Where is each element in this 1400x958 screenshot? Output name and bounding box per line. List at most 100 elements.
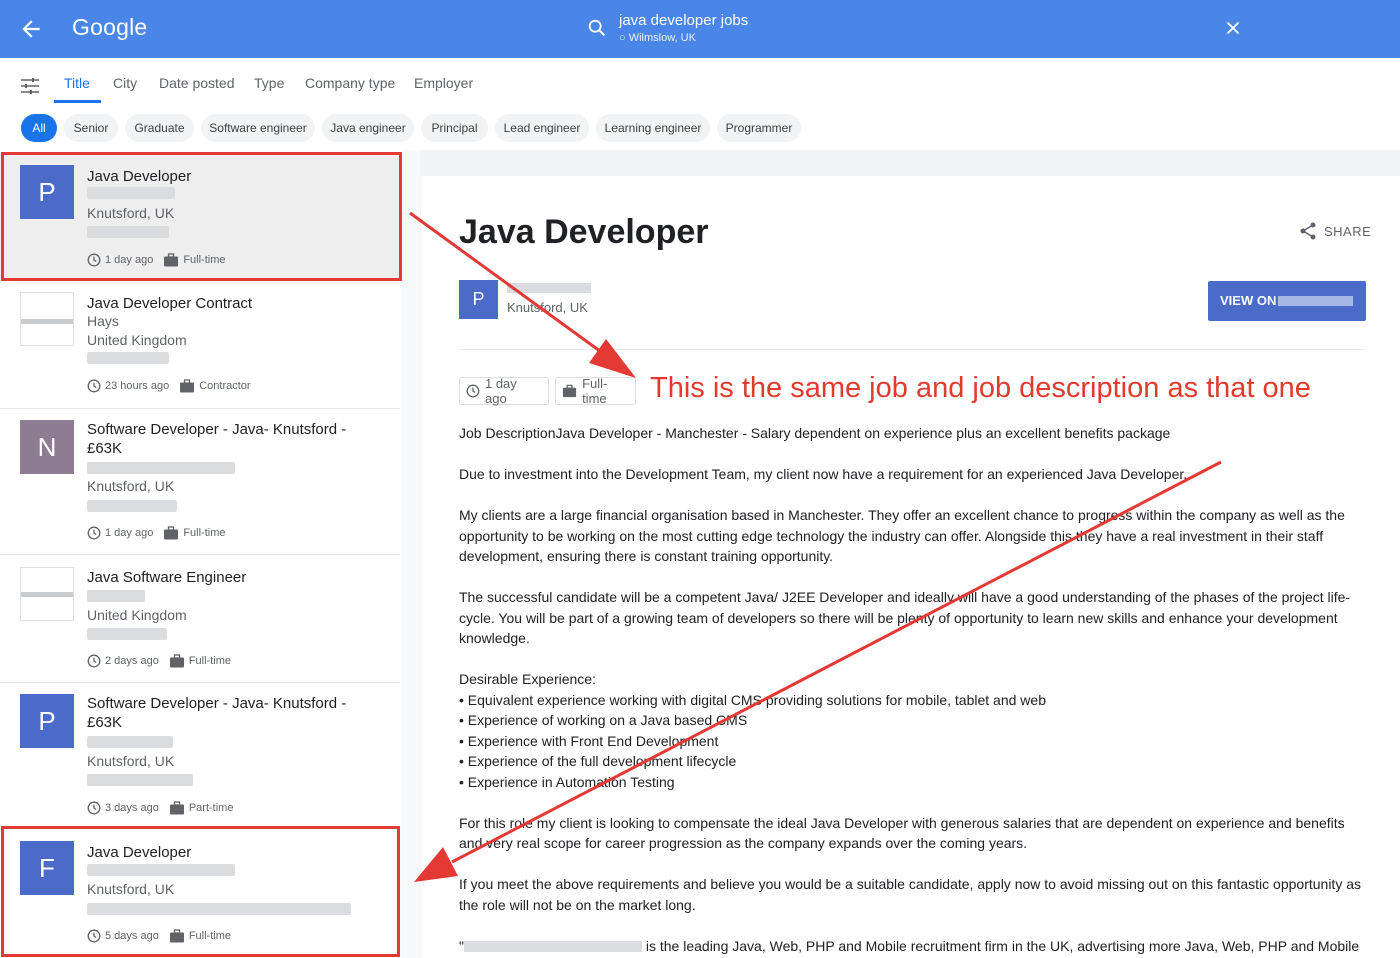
back-arrow-icon[interactable] — [18, 16, 44, 42]
search-location[interactable]: ○ Wilmslow, UK — [619, 32, 696, 44]
view-source-blurred — [1278, 296, 1353, 306]
chip-all[interactable]: All — [21, 114, 57, 142]
location-text: Wilmslow, UK — [628, 32, 696, 44]
job-title: Software Developer - Java- Knutsford - £… — [87, 421, 347, 457]
google-logo[interactable]: Google — [72, 14, 147, 41]
company-name-blurred — [87, 736, 173, 748]
job-description: Job DescriptionJava Developer - Manchest… — [459, 423, 1371, 956]
detail-type: Full-time — [582, 376, 608, 406]
job-location: Knutsford, UK — [87, 478, 175, 494]
job-location: United Kingdom — [87, 607, 187, 623]
job-card[interactable]: Java Software Engineer United Kingdom 2 … — [0, 555, 400, 681]
bullet-item: • Experience of the full development lif… — [459, 753, 737, 769]
company-logo — [20, 292, 74, 346]
detail-company-logo: P — [459, 280, 498, 319]
company-logo — [20, 567, 74, 621]
chip-java-engineer[interactable]: Java engineer — [322, 114, 414, 142]
search-icon[interactable] — [586, 17, 608, 39]
annotation-text: This is the same job and job description… — [650, 372, 1311, 404]
chip-principal[interactable]: Principal — [421, 114, 488, 142]
clock-icon — [87, 379, 101, 393]
divider — [459, 349, 1365, 350]
filter-tabs: Title City Date posted Type Company type… — [0, 58, 1400, 104]
detail-company-blurred — [507, 283, 591, 293]
job-card[interactable]: Java Developer Contract Hays United King… — [0, 281, 400, 407]
description-paragraph: Job DescriptionJava Developer - Manchest… — [459, 425, 1171, 441]
description-paragraph: My clients are a large financial organis… — [459, 507, 1345, 564]
detail-job-title: Java Developer — [459, 213, 709, 251]
briefcase-icon — [164, 526, 179, 540]
share-label: SHARE — [1324, 223, 1372, 239]
posted-pill: 1 day ago — [459, 376, 549, 406]
bullet-item: • Experience of working on a Java based … — [459, 712, 748, 728]
company-logo: P — [20, 694, 74, 748]
posted-time: 2 days ago — [105, 655, 159, 667]
desirable-list: • Equivalent experience working with dig… — [459, 690, 1371, 793]
view-on-label: VIEW ON — [1220, 293, 1277, 308]
company-name-blurred — [87, 590, 145, 602]
close-icon[interactable] — [1222, 17, 1244, 39]
last-line-text: is the leading Java, Web, PHP and Mobile… — [641, 937, 1360, 954]
chip-lead-engineer[interactable]: Lead engineer — [495, 114, 589, 142]
job-meta: 3 days ago Part-time — [87, 801, 233, 815]
tab-company-type[interactable]: Company type — [305, 75, 395, 91]
posted-time: 3 days ago — [105, 802, 159, 814]
detail-location: Knutsford, UK — [507, 300, 588, 315]
share-button[interactable]: SHARE — [1298, 221, 1371, 241]
desirable-heading: Desirable Experience: — [459, 671, 596, 687]
clock-icon — [87, 654, 101, 668]
job-card[interactable]: P Software Developer - Java- Knutsford -… — [0, 683, 400, 825]
highlight-box-top — [1, 152, 402, 281]
location-dot-icon: ○ — [619, 32, 626, 44]
tab-type[interactable]: Type — [254, 75, 284, 91]
job-meta: 1 day ago Full-time — [87, 526, 226, 540]
description-paragraph: If you meet the above requirements and b… — [459, 876, 1361, 913]
briefcase-icon — [169, 654, 184, 668]
clock-icon — [466, 384, 480, 398]
job-card[interactable]: N Software Developer - Java- Knutsford -… — [0, 409, 400, 553]
search-query[interactable]: java developer jobs — [619, 12, 748, 29]
description-paragraph: For this role my client is looking to co… — [459, 814, 1345, 852]
job-title: Java Developer Contract — [87, 295, 253, 312]
active-tab-underline — [54, 100, 101, 103]
chip-learning-engineer[interactable]: Learning engineer — [596, 114, 710, 142]
briefcase-icon — [562, 384, 577, 398]
filter-sliders-icon[interactable] — [20, 76, 40, 96]
job-meta: 2 days ago Full-time — [87, 654, 231, 668]
list-scrollbar[interactable] — [402, 150, 420, 958]
bullet-item: • Experience with Front End Development — [459, 732, 719, 749]
tab-city[interactable]: City — [113, 75, 137, 91]
clock-icon — [87, 801, 101, 815]
job-title: Software Developer - Java- Knutsford - £… — [87, 695, 347, 731]
share-icon — [1300, 222, 1316, 240]
source-blurred — [87, 352, 169, 364]
description-paragraph: The successful candidate will be a compe… — [459, 589, 1351, 646]
company-logo: N — [20, 420, 74, 474]
tab-employer[interactable]: Employer — [414, 75, 473, 91]
bullet-item: • Equivalent experience working with dig… — [459, 691, 1046, 708]
tab-date-posted[interactable]: Date posted — [159, 75, 235, 91]
recruiter-name-blurred — [463, 941, 642, 953]
chip-programmer[interactable]: Programmer — [717, 114, 801, 142]
detail-posted: 1 day ago — [484, 376, 517, 406]
clock-icon — [87, 526, 101, 540]
bullet-item: • Experience in Automation Testing — [459, 773, 675, 790]
briefcase-icon — [169, 801, 184, 815]
job-type: Full-time — [183, 527, 226, 539]
chip-graduate[interactable]: Graduate — [125, 114, 194, 142]
chip-software-engineer[interactable]: Software engineer — [201, 114, 315, 142]
source-blurred — [87, 500, 177, 512]
source-blurred — [87, 628, 167, 640]
view-on-button[interactable]: VIEW ON — [1208, 281, 1366, 321]
tab-title[interactable]: Title — [64, 75, 90, 91]
description-last-line: " is the leading Java, Web, PHP and Mobi… — [459, 936, 1371, 957]
chip-senior[interactable]: Senior — [64, 114, 118, 142]
job-location: Knutsford, UK — [87, 753, 175, 769]
briefcase-icon — [180, 379, 195, 393]
type-pill: Full-time — [555, 376, 636, 406]
highlight-box-bottom — [1, 826, 400, 957]
job-title: Java Software Engineer — [87, 569, 247, 586]
company-name: Hays — [87, 313, 119, 329]
description-paragraph: Due to investment into the Development T… — [459, 466, 1188, 482]
posted-time: 1 day ago — [105, 527, 154, 539]
